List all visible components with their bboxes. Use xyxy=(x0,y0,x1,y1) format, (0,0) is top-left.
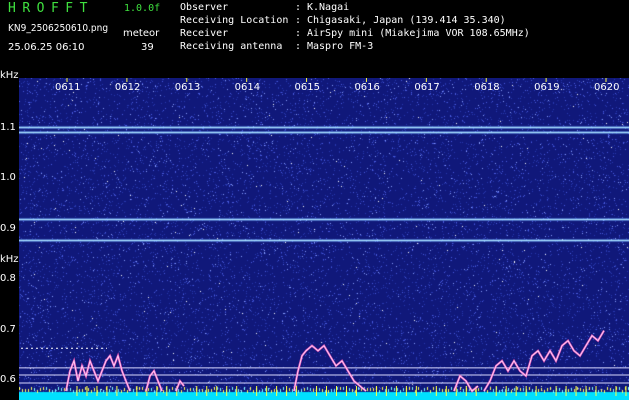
y-unit-mid: kHz xyxy=(0,254,19,265)
info-key: Receiving Location xyxy=(180,15,289,26)
x-tick-label: 0611 xyxy=(55,82,81,93)
y-tick-label: 1.0 xyxy=(0,172,16,184)
meteor-trace xyxy=(64,352,132,392)
x-tick-label: 0613 xyxy=(174,82,201,93)
meteor-trace-core xyxy=(483,330,605,392)
x-tick-label: 0614 xyxy=(234,82,261,93)
version-label: 1.0.0f xyxy=(124,3,161,14)
header: HROFFT 1.0.0f KN9_2506250610.png meteor … xyxy=(0,0,629,70)
meteor-count: 39 xyxy=(141,42,154,53)
x-tick-label: 0620 xyxy=(594,82,620,93)
y-unit-top: kHz xyxy=(0,70,19,81)
y-tick-label: 0.9 xyxy=(0,222,16,234)
info-location: Receiving Location: Chigasaki, Japan (139… xyxy=(180,15,506,26)
y-tick-label: 1.1 xyxy=(0,122,16,133)
x-tick-label: 0616 xyxy=(354,82,380,93)
info-value: AirSpy mini (Miakejima VOR 108.65MHz) xyxy=(307,28,530,39)
info-key: Receiver xyxy=(180,28,229,39)
meteor-trace-core xyxy=(293,345,367,392)
waterfall-overlay xyxy=(19,78,629,396)
datetime-label: 25.06.25 06:10 xyxy=(8,42,85,53)
info-value: K.Nagai xyxy=(307,2,350,13)
x-tick-label: 0615 xyxy=(294,82,320,93)
meteor-label: meteor xyxy=(123,28,160,39)
info-receiver: Receiver: AirSpy mini (Miakejima VOR 108.… xyxy=(180,28,530,39)
x-tick-label: 0617 xyxy=(414,82,440,93)
x-tick-label: 0618 xyxy=(474,82,500,93)
y-tick-label: 0.8 xyxy=(0,273,16,285)
meteor-trace xyxy=(174,378,185,392)
x-tick-label: 0619 xyxy=(534,82,560,93)
x-tick-label: 0612 xyxy=(114,82,141,93)
waterfall-plot xyxy=(19,78,629,400)
info-value: Chigasaki, Japan (139.414 35.340) xyxy=(307,15,506,26)
info-key: Observer xyxy=(180,2,229,13)
info-value: Maspro FM-3 xyxy=(307,41,374,52)
filename-label: KN9_2506250610.png xyxy=(8,23,109,34)
info-key: Receiving antenna xyxy=(180,41,283,52)
y-tick-label: 0.6 xyxy=(0,374,16,385)
app-title: HROFFT xyxy=(8,1,94,16)
info-antenna: Receiving antenna: Maspro FM-3 xyxy=(180,41,374,52)
y-tick-label: 0.7 xyxy=(0,323,16,335)
meteor-trace-core xyxy=(145,370,163,392)
info-observer: Observer: K.Nagai xyxy=(180,2,350,13)
